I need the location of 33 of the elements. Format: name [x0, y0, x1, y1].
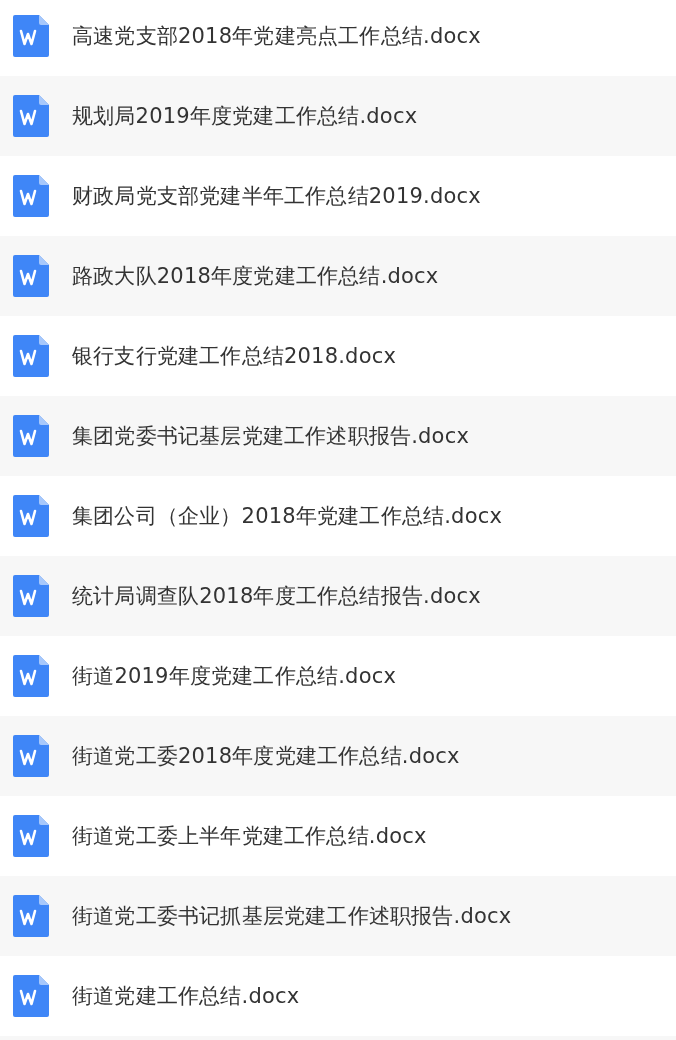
file-row[interactable]: 集团公司（企业）2018年党建工作总结.docx — [0, 476, 676, 556]
word-document-icon — [13, 895, 49, 937]
file-name: 街道党建工作总结.docx — [72, 983, 300, 1010]
file-name: 银行支行党建工作总结2018.docx — [72, 343, 397, 370]
file-name: 高速党支部2018年党建亮点工作总结.docx — [72, 23, 481, 50]
word-document-icon — [13, 95, 49, 137]
file-row[interactable]: 银行支行党建工作总结2018.docx — [0, 316, 676, 396]
file-name: 集团党委书记基层党建工作述职报告.docx — [72, 423, 470, 450]
file-name: 街道党工委2018年度党建工作总结.docx — [72, 743, 460, 770]
word-document-icon — [13, 15, 49, 57]
file-row[interactable]: 财政局党支部党建半年工作总结2019.docx — [0, 156, 676, 236]
file-row[interactable]: 街道2019年度党建工作总结.docx — [0, 636, 676, 716]
file-name: 财政局党支部党建半年工作总结2019.docx — [72, 183, 481, 210]
file-name: 街道党工委书记抓基层党建工作述职报告.docx — [72, 903, 512, 930]
word-document-icon — [13, 655, 49, 697]
word-document-icon — [13, 735, 49, 777]
file-row[interactable]: 高速党支部2018年党建亮点工作总结.docx — [0, 0, 676, 76]
word-document-icon — [13, 415, 49, 457]
word-document-icon — [13, 815, 49, 857]
word-document-icon — [13, 335, 49, 377]
file-row[interactable]: 街道党建工作总结.docx — [0, 956, 676, 1036]
word-document-icon — [13, 495, 49, 537]
file-name: 统计局调查队2018年度工作总结报告.docx — [72, 583, 481, 610]
word-document-icon — [13, 175, 49, 217]
file-name: 集团公司（企业）2018年党建工作总结.docx — [72, 503, 503, 530]
file-row[interactable]: 街道党工委上半年党建工作总结.docx — [0, 796, 676, 876]
file-name: 街道党工委上半年党建工作总结.docx — [72, 823, 427, 850]
word-document-icon — [13, 575, 49, 617]
word-document-icon — [13, 255, 49, 297]
file-name: 规划局2019年度党建工作总结.docx — [72, 103, 418, 130]
word-document-icon — [13, 975, 49, 1017]
file-name: 路政大队2018年度党建工作总结.docx — [72, 263, 439, 290]
file-name: 街道2019年度党建工作总结.docx — [72, 663, 397, 690]
